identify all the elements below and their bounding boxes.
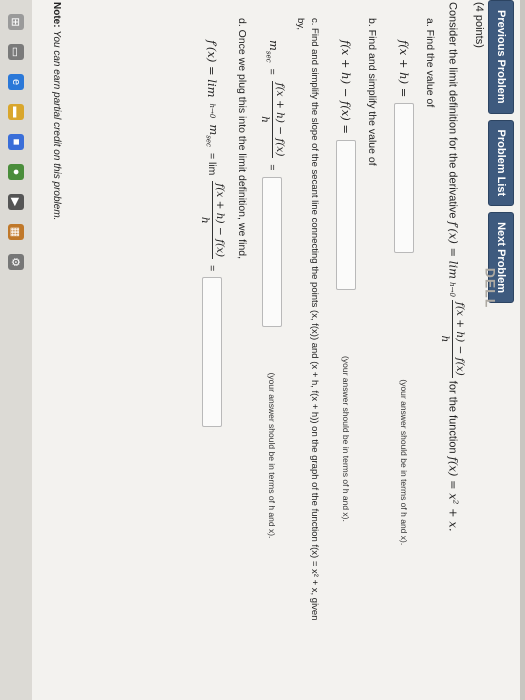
part-d-limit-sub: h→0 bbox=[208, 103, 217, 119]
msec-m: m bbox=[266, 40, 281, 51]
screen: Previous Problem Problem List Next Probl… bbox=[0, 0, 520, 700]
part-d-msec-sub: sec bbox=[204, 135, 213, 147]
part-a-expr: f(x + h) = bbox=[397, 40, 411, 98]
previous-problem-button[interactable]: Previous Problem bbox=[488, 0, 514, 114]
part-d-lhs: f′(x) = lim bbox=[205, 40, 220, 98]
msec-symbol: msec bbox=[264, 40, 280, 63]
partial-credit-note: Note: You can earn partial credit on thi… bbox=[51, 2, 62, 220]
part-a-text: a. Find the value of bbox=[424, 18, 436, 108]
note-label: Note: bbox=[51, 2, 62, 28]
part-c-text: c. Find and simplify the slope of the se… bbox=[309, 18, 320, 621]
part-c-numerator: f(x + h) − f(x) bbox=[272, 80, 286, 159]
part-b-text: b. Find and simplify the value of bbox=[366, 18, 378, 166]
part-c-row: msec = f(x + h) − f(x) h = (your answer … bbox=[259, 40, 286, 538]
part-d-row: f′(x) = lim h→0 msec = lim f(x + h) − f(… bbox=[199, 40, 226, 428]
part-c-answer-input[interactable] bbox=[262, 176, 283, 327]
part-d-eq: = lim bbox=[206, 152, 219, 176]
problem-intro: Consider the limit definition for the de… bbox=[439, 2, 466, 532]
intro-prefix: Consider the limit definition for the de… bbox=[446, 2, 459, 219]
part-c-fraction: f(x + h) − f(x) h bbox=[259, 80, 286, 159]
part-c-hint: (your answer should be in terms of h and… bbox=[267, 372, 278, 539]
chrome-icon[interactable]: ● bbox=[8, 164, 24, 180]
msec-sub: sec bbox=[264, 50, 273, 63]
dell-logo: DELL bbox=[482, 267, 499, 309]
part-d-msec: msec bbox=[204, 124, 220, 147]
settings-icon[interactable]: ⚙ bbox=[8, 254, 24, 270]
part-b-answer-input[interactable] bbox=[336, 140, 356, 291]
part-d-text: d. Once we plug this into the limit defi… bbox=[236, 18, 248, 260]
part-d-limit: h→0 bbox=[209, 104, 217, 119]
part-d-msec-m: m bbox=[206, 124, 221, 136]
edge-icon[interactable]: e bbox=[8, 74, 24, 90]
problem-list-button[interactable]: Problem List bbox=[488, 119, 514, 207]
part-c-text2: by, bbox=[295, 18, 306, 30]
part-a-row: f(x + h) = (your answer should be in ter… bbox=[394, 40, 414, 545]
file-explorer-icon[interactable]: ▬ bbox=[8, 104, 24, 120]
points-label: (4 points) bbox=[473, 2, 485, 48]
note-text: You can earn partial credit on this prob… bbox=[51, 30, 62, 221]
frac-numerator: f(x + h) − f(x) bbox=[452, 300, 466, 378]
windows-icon[interactable]: ⊞ bbox=[8, 14, 24, 30]
part-a-answer-input[interactable] bbox=[394, 103, 414, 254]
part-d-numerator: f(x + h) − f(x) bbox=[212, 181, 226, 260]
part-d-denominator: h bbox=[199, 216, 211, 224]
part-d-eq2: = bbox=[206, 265, 219, 272]
frac-denominator: h bbox=[439, 335, 451, 343]
part-c-label2: by, bbox=[295, 18, 306, 30]
function-definition: f(x) = x² + x. bbox=[446, 456, 461, 532]
limit-subscript: h→0 bbox=[448, 282, 457, 297]
app-icon[interactable]: ▶ bbox=[8, 194, 24, 210]
part-d-answer-input[interactable] bbox=[202, 277, 223, 428]
part-b-row: f(x + h) − f(x) = (your answer should be… bbox=[336, 40, 356, 522]
part-c-denominator: h bbox=[259, 116, 271, 123]
part-a-hint: (your answer should be in terms of h and… bbox=[399, 379, 409, 546]
store-icon[interactable]: ■ bbox=[8, 134, 24, 150]
difference-quotient: f(x + h) − f(x) h bbox=[439, 300, 466, 378]
intro-suffix: for the function bbox=[446, 380, 459, 454]
derivative-lhs: f′(x) = lim bbox=[446, 221, 461, 280]
taskbar: ⊞ ▭ e ▬ ■ ● ▶ ▦ ⚙ bbox=[0, 0, 32, 700]
part-b-label: b. Find and simplify the value of bbox=[366, 18, 378, 166]
problem-nav: Previous Problem Problem List Next Probl… bbox=[488, 0, 514, 304]
limit-operator: h→0 bbox=[449, 282, 457, 297]
part-b-expr: f(x + h) − f(x) = bbox=[339, 40, 353, 135]
app2-icon[interactable]: ▦ bbox=[8, 224, 24, 240]
part-c-eq: = bbox=[266, 68, 279, 75]
part-c-label: c. Find and simplify the slope of the se… bbox=[309, 18, 320, 621]
part-a-label: a. Find the value of bbox=[424, 18, 436, 107]
part-b-hint: (your answer should be in terms of h and… bbox=[341, 356, 351, 522]
task-view-icon[interactable]: ▭ bbox=[8, 44, 24, 60]
part-d-fraction: f(x + h) − f(x) h bbox=[199, 181, 226, 260]
part-d-label: d. Once we plug this into the limit defi… bbox=[236, 18, 248, 259]
part-c-eq2: = bbox=[266, 164, 279, 171]
